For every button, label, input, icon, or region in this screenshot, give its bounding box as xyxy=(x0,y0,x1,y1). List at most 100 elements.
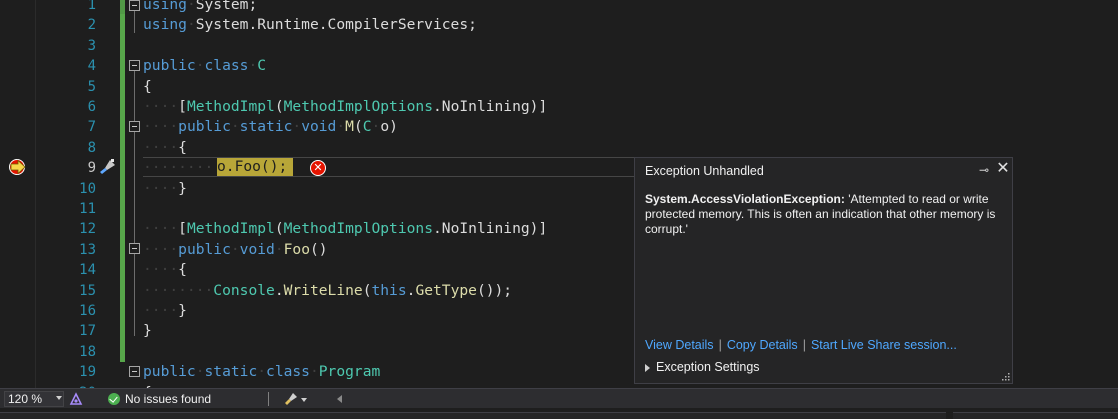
intellicode-icon[interactable] xyxy=(69,392,83,406)
code-token: )] xyxy=(529,98,548,115)
line-number: 14 xyxy=(79,262,96,279)
code-text: public·class·C xyxy=(143,56,266,76)
line-number: 6 xyxy=(87,99,96,115)
exception-message: System.AccessViolationException: 'Attemp… xyxy=(645,192,1000,237)
error-icon[interactable]: ✕ xyxy=(310,160,326,176)
expand-arrow-icon xyxy=(645,363,650,372)
code-token: { xyxy=(143,77,152,95)
code-text: ····} xyxy=(143,301,187,321)
code-token: using xyxy=(143,0,187,13)
exception-title: Exception Unhandled xyxy=(645,164,764,178)
code-token: o) xyxy=(380,118,398,136)
code-token: ···· xyxy=(143,179,179,197)
code-line[interactable]: 6 ····[MethodImpl(MethodImplOptions.NoInl… xyxy=(0,97,1118,117)
quick-actions-brush-icon[interactable] xyxy=(96,158,118,176)
code-token: public xyxy=(178,240,231,258)
code-text: ····public·void·Foo() xyxy=(143,240,328,260)
chevron-down-icon[interactable] xyxy=(301,398,307,402)
code-token: public xyxy=(178,118,231,136)
fold-toggle-method-foo[interactable] xyxy=(129,243,140,254)
code-token: this xyxy=(371,281,407,299)
fold-toggle-usings[interactable] xyxy=(129,0,140,11)
code-line[interactable]: 1 using·System; xyxy=(0,0,1118,15)
code-editor[interactable]: 1 using·System; 2 using·System.Runtime.Comp… xyxy=(0,0,1118,388)
code-token: )] xyxy=(529,220,548,238)
zoom-dropdown[interactable]: 120 % xyxy=(4,391,64,407)
copy-details-link[interactable]: Copy Details xyxy=(727,338,798,352)
code-line[interactable]: 3 xyxy=(0,36,1118,56)
code-line[interactable]: 7 ····public·static·void·M(C·o) xyxy=(0,117,1118,137)
exception-type: System.AccessViolationException: xyxy=(645,192,845,206)
code-text: ····[MethodImpl(MethodImplOptions.NoInli… xyxy=(143,219,547,239)
code-token: { xyxy=(178,138,187,156)
code-text: } xyxy=(143,321,152,341)
code-line[interactable]: 8 ····{ xyxy=(0,138,1118,158)
code-token: C xyxy=(257,57,267,75)
code-token: · xyxy=(195,363,205,381)
divider xyxy=(268,392,269,406)
line-number: 10 xyxy=(79,180,96,197)
code-token: static xyxy=(239,118,293,136)
code-text: ····{ xyxy=(143,138,187,158)
code-token: ···· xyxy=(143,98,179,115)
code-token: MethodImplOptions xyxy=(283,220,433,238)
view-details-link[interactable]: View Details xyxy=(645,338,714,352)
pin-icon[interactable]: ⊸ xyxy=(977,163,991,177)
code-token: ···· xyxy=(143,138,179,156)
fold-toggle-method-m[interactable] xyxy=(129,121,140,132)
code-text: ····public·static·void·M(C·o) xyxy=(143,117,398,137)
code-cleanup-brush-icon[interactable] xyxy=(283,391,299,407)
code-line[interactable]: 5{ xyxy=(0,77,1118,97)
code-token: Console xyxy=(213,281,275,299)
code-line[interactable]: 4 public·class·C xyxy=(0,56,1118,76)
code-token: ········ xyxy=(143,159,214,177)
line-number: 11 xyxy=(79,201,96,217)
code-token: public xyxy=(143,57,196,75)
code-token: · xyxy=(230,240,240,258)
code-token: WriteLine xyxy=(283,281,363,299)
line-number: 7 xyxy=(87,119,96,136)
zoom-value: 120 % xyxy=(8,392,43,406)
fold-toggle-class-program[interactable] xyxy=(129,366,140,377)
code-token: [ xyxy=(178,98,187,115)
line-number: 4 xyxy=(87,58,96,75)
scroll-left-icon[interactable] xyxy=(337,395,342,403)
code-token: public xyxy=(143,363,196,381)
resize-grip-icon[interactable] xyxy=(1000,371,1010,381)
exception-settings-expander[interactable]: Exception Settings xyxy=(645,360,760,374)
code-token: } xyxy=(178,179,187,197)
code-token: [ xyxy=(178,220,187,238)
code-token: () xyxy=(309,240,328,258)
code-token: · xyxy=(248,57,258,75)
code-line[interactable]: 2 using·System.Runtime.CompilerServices; xyxy=(0,15,1118,35)
code-token: · xyxy=(186,16,196,34)
code-text: { xyxy=(143,77,152,97)
code-token: class xyxy=(266,363,310,381)
code-token: MethodImpl xyxy=(186,98,275,115)
exception-helper-popup[interactable]: Exception Unhandled ⊸ ✕ System.AccessVio… xyxy=(634,157,1013,384)
code-text: public·static·class·Program xyxy=(143,362,380,382)
code-token: · xyxy=(186,0,196,13)
issues-indicator[interactable]: No issues found xyxy=(108,392,211,406)
code-token: ········ xyxy=(143,281,214,299)
live-share-link[interactable]: Start Live Share session... xyxy=(811,338,957,352)
code-token: Program xyxy=(318,363,381,381)
fold-toggle-class-c[interactable] xyxy=(129,60,140,71)
line-number: 15 xyxy=(79,282,96,299)
line-number: 8 xyxy=(87,139,96,156)
code-token: ( xyxy=(274,220,284,238)
code-token: NoInlining xyxy=(441,220,530,238)
code-token: · xyxy=(292,118,302,136)
bottom-panel-right xyxy=(953,412,1118,419)
line-number: 19 xyxy=(79,364,96,381)
exception-links: View Details | Copy Details | Start Live Sha… xyxy=(645,338,957,352)
code-token: ···· xyxy=(143,220,179,238)
exception-settings-label: Exception Settings xyxy=(656,360,760,374)
code-token: · xyxy=(309,363,319,381)
code-token: ( xyxy=(353,118,363,136)
code-token: ···· xyxy=(143,118,179,136)
chevron-down-icon[interactable] xyxy=(56,396,62,400)
close-icon[interactable]: ✕ xyxy=(996,161,1010,177)
code-token: . xyxy=(433,220,442,238)
current-statement-text: o.Foo(); xyxy=(217,158,288,175)
